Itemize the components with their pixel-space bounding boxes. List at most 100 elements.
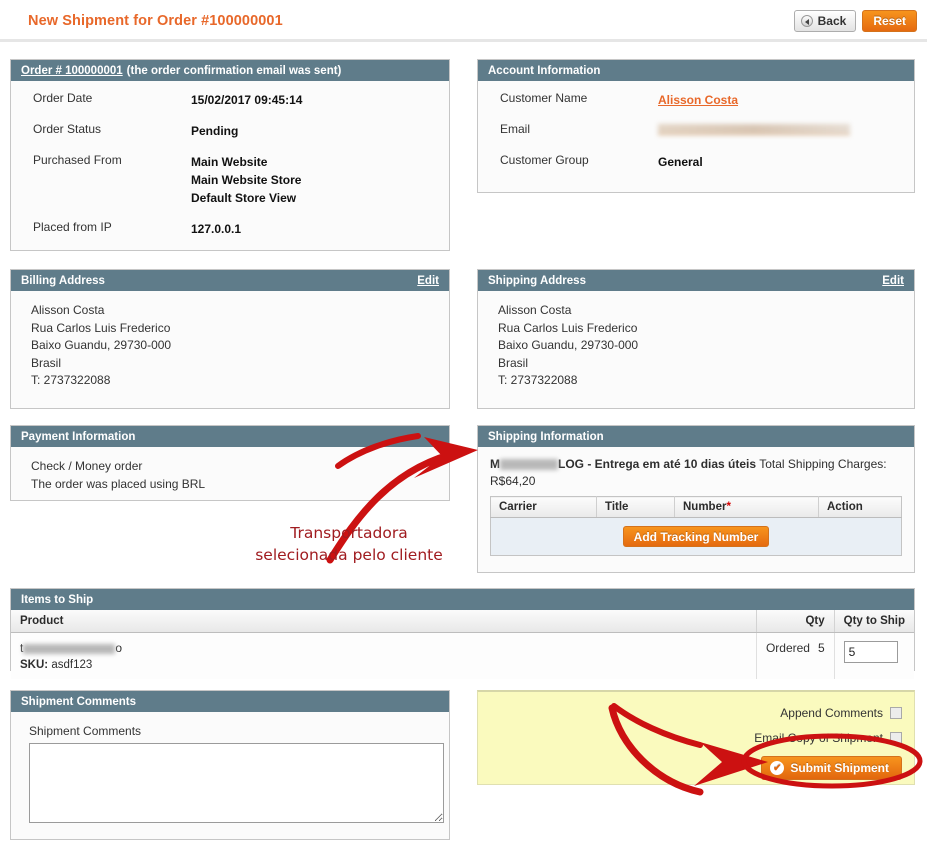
shipment-comments-panel: Shipment Comments Shipment Comments	[10, 690, 450, 840]
billing-panel-header: Billing Address Edit	[11, 270, 449, 291]
product-name-redacted	[23, 643, 116, 654]
item-qty-value: 5	[817, 641, 825, 655]
append-comments-label: Append Comments	[780, 706, 883, 720]
shipping-line-2: Rua Carlos Luis Frederico	[498, 320, 638, 335]
total-shipping-charges-label: Total Shipping Charges:	[759, 457, 887, 471]
email-copy-checkbox[interactable]	[890, 732, 902, 744]
placed-from-ip-label: Placed from IP	[33, 220, 112, 234]
order-email-note: (the order confirmation email was sent)	[126, 64, 342, 77]
back-button[interactable]: Back	[793, 10, 857, 32]
shipping-panel-header: Shipping Address Edit	[478, 270, 914, 291]
order-row-date: Order Date 15/02/2017 09:45:14	[33, 91, 435, 109]
items-col-product: Product	[11, 610, 757, 633]
customer-email-redacted	[658, 124, 850, 135]
shipment-comments-textarea[interactable]	[29, 743, 444, 823]
purchased-from-label: Purchased From	[33, 153, 122, 167]
item-qty-cell: Ordered 5	[756, 632, 835, 679]
order-date-value: 15/02/2017 09:45:14	[191, 93, 303, 107]
carrier-prefix: M	[490, 457, 500, 471]
tracking-table-header-row: Carrier Title Number* Action	[490, 496, 902, 518]
items-header-row: Product Qty Qty to Ship	[11, 610, 914, 633]
payment-panel-body: Check / Money order The order was placed…	[11, 447, 449, 505]
tracking-table: Carrier Title Number* Action Add Trackin…	[490, 496, 902, 556]
reset-button[interactable]: Reset	[862, 10, 917, 32]
order-row-ip: Placed from IP 127.0.0.1	[33, 220, 435, 238]
add-tracking-number-label: Add Tracking Number	[633, 529, 759, 544]
header-actions: Back Reset	[793, 10, 917, 32]
account-panel-header: Account Information	[478, 60, 914, 81]
back-arrow-icon	[800, 15, 813, 27]
shipping-info-title: Shipping Information	[488, 430, 604, 443]
item-qty-to-ship-cell	[834, 632, 914, 679]
table-row: to SKU: asdf123 Ordered 5	[11, 632, 914, 679]
shipping-edit-link[interactable]: Edit	[882, 275, 904, 287]
tracking-col-action: Action	[818, 496, 902, 518]
order-number-link[interactable]: Order # 100000001	[21, 65, 123, 77]
customer-group-label: Customer Group	[500, 153, 589, 167]
billing-panel-title: Billing Address	[21, 274, 105, 287]
carrier-name-redacted	[500, 459, 558, 471]
items-table: Product Qty Qty to Ship to SKU: asdf123 …	[11, 610, 914, 679]
order-date-label: Order Date	[33, 91, 93, 105]
order-information-panel: Order # 100000001 (the order confirmatio…	[10, 59, 450, 251]
append-comments-row: Append Comments	[754, 706, 902, 720]
billing-line-2: Rua Carlos Luis Frederico	[31, 320, 171, 335]
check-icon: ✔	[770, 761, 785, 775]
product-name-suffix: o	[115, 641, 123, 655]
submit-shipment-button[interactable]: ✔ Submit Shipment	[761, 756, 902, 780]
append-comments-checkbox[interactable]	[890, 707, 902, 719]
customer-email-label: Email	[500, 122, 531, 136]
billing-line-1: Alisson Costa	[31, 303, 105, 317]
payment-method: Check / Money order	[31, 459, 143, 473]
page-title: New Shipment for Order #100000001	[28, 13, 283, 29]
submit-controls: Append Comments Email Copy of Shipment ✔…	[754, 706, 902, 780]
purchased-from-value: Main Website Main Website Store Default …	[191, 155, 302, 205]
shipping-panel-title: Shipping Address	[488, 274, 586, 287]
annotation-text-carrier: Transportadora selecionada pelo cliente	[255, 524, 443, 564]
account-panel-title: Account Information	[488, 64, 601, 77]
order-row-purchased-from: Purchased From Main Website Main Website…	[33, 153, 435, 207]
shipping-information-panel: Shipping Information M LOG - Entrega em a…	[477, 425, 915, 573]
comments-field-label: Shipment Comments	[29, 724, 142, 738]
billing-address-panel: Billing Address Edit Alisson Costa Rua C…	[10, 269, 450, 409]
items-col-qty-to-ship: Qty to Ship	[834, 610, 914, 633]
item-product-cell: to SKU: asdf123	[11, 632, 757, 679]
items-to-ship-panel: Items to Ship Product Qty Qty to Ship to…	[10, 588, 915, 679]
item-sku-label: SKU:	[20, 659, 49, 671]
order-status-value: Pending	[191, 124, 239, 138]
comments-panel-body: Shipment Comments	[11, 712, 449, 838]
shipping-line-3: Baixo Guandu, 29730-000	[498, 338, 639, 352]
tracking-col-number-label: Number	[683, 501, 727, 513]
order-row-status: Order Status Pending	[33, 122, 435, 140]
billing-panel-body: Alisson Costa Rua Carlos Luis Frederico …	[11, 291, 449, 402]
tracking-table-action-row: Add Tracking Number	[490, 517, 902, 556]
qty-to-ship-input[interactable]	[843, 641, 898, 663]
billing-line-5: T: 2737322088	[31, 373, 111, 387]
customer-name-link[interactable]: Alisson Costa	[658, 93, 738, 107]
shipping-address-panel: Shipping Address Edit Alisson Costa Rua …	[477, 269, 915, 409]
page-header: New Shipment for Order #100000001 Back R…	[0, 0, 927, 42]
add-tracking-number-button[interactable]: Add Tracking Number	[622, 526, 770, 547]
submit-shipment-label: Submit Shipment	[790, 761, 889, 775]
customer-name-label: Customer Name	[500, 91, 588, 105]
tracking-col-number: Number*	[674, 496, 819, 518]
email-copy-label: Email Copy of Shipment	[754, 731, 883, 745]
item-sku: SKU: asdf123	[20, 659, 747, 671]
account-row-email: Email	[500, 122, 900, 140]
item-product-name: to	[20, 641, 747, 655]
account-row-name: Customer Name Alisson Costa	[500, 91, 900, 109]
shipping-info-body: M LOG - Entrega em até 10 dias úteis Tota…	[478, 447, 914, 566]
tracking-col-carrier: Carrier	[490, 496, 597, 518]
item-sku-value: asdf123	[51, 659, 93, 671]
order-status-label: Order Status	[33, 122, 102, 136]
comments-panel-title: Shipment Comments	[21, 695, 137, 708]
reset-button-label: Reset	[873, 14, 906, 28]
carrier-summary: M LOG - Entrega em até 10 dias úteis Tota…	[490, 456, 902, 490]
back-button-label: Back	[817, 14, 847, 28]
item-qty-label: Ordered	[765, 641, 810, 655]
total-shipping-charges-value: R$64,20	[490, 474, 536, 488]
billing-edit-link[interactable]: Edit	[417, 275, 439, 287]
placed-from-ip-value: 127.0.0.1	[191, 222, 242, 236]
billing-line-4: Brasil	[31, 355, 62, 370]
shipping-line-1: Alisson Costa	[498, 303, 572, 317]
